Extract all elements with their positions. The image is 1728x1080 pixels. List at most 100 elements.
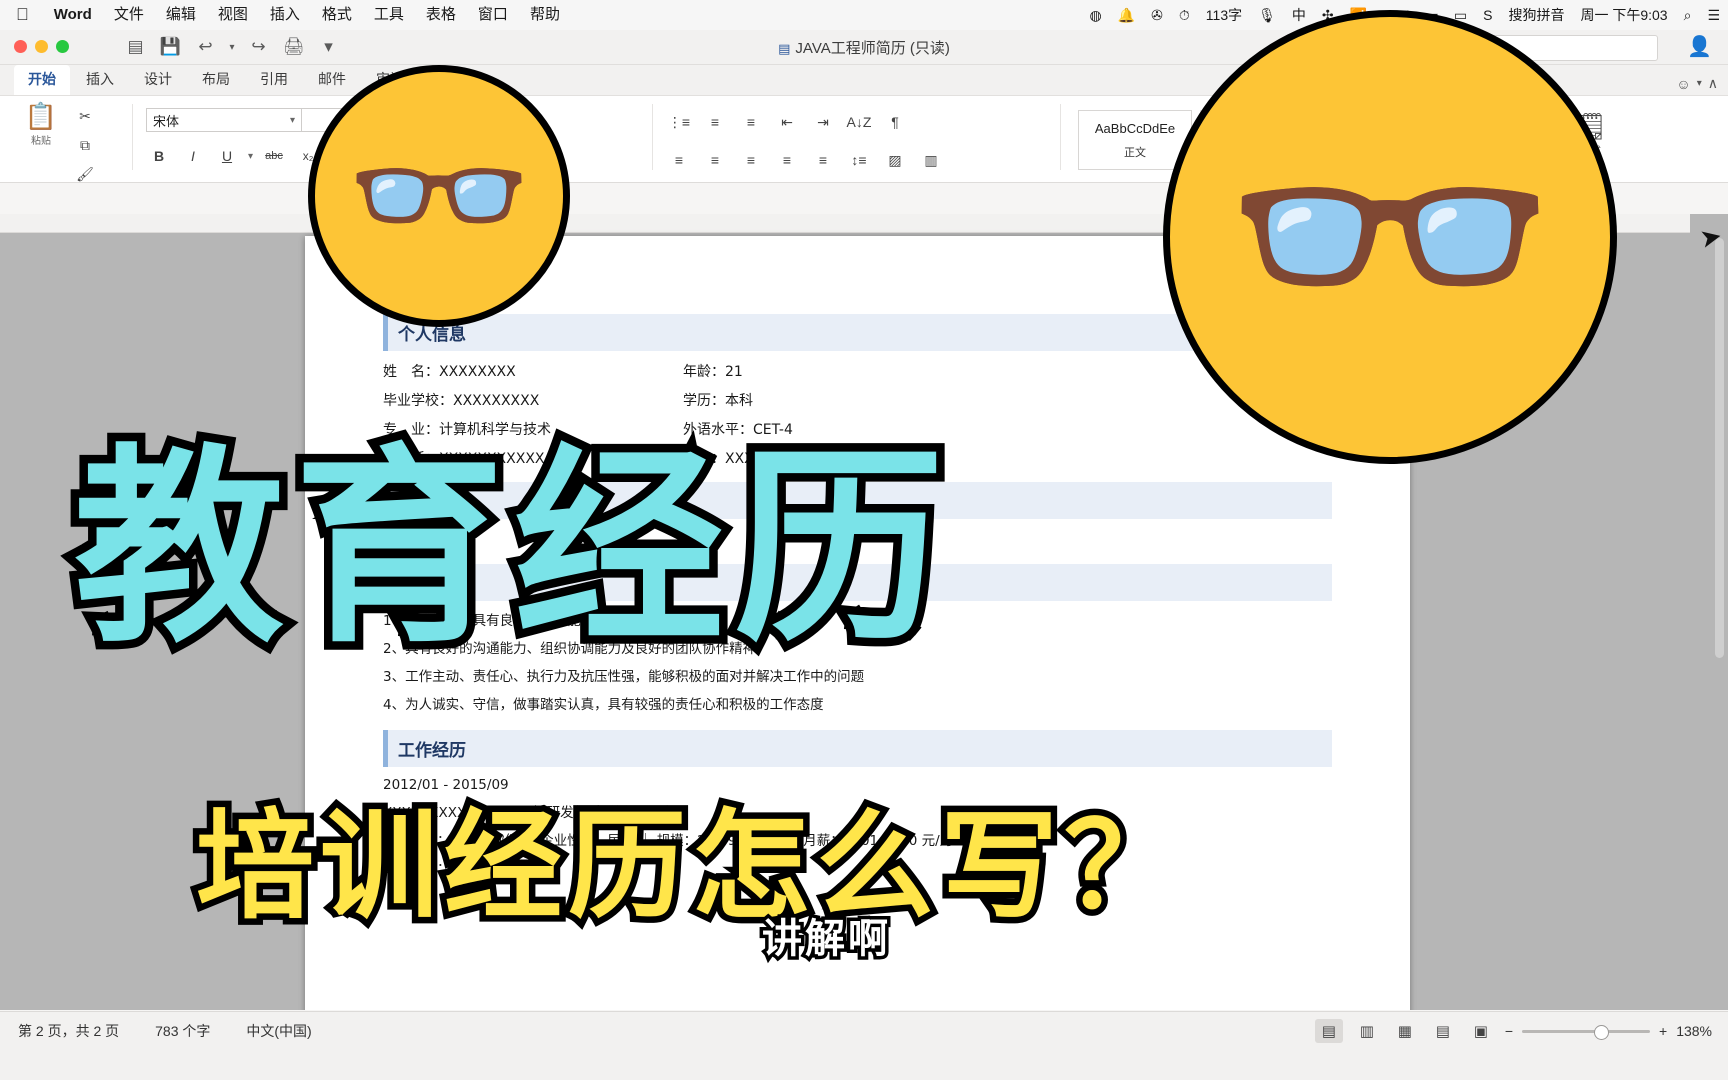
horizontal-ruler[interactable]: [0, 214, 1690, 233]
dropbox-icon[interactable]: ◍: [1081, 0, 1109, 30]
tab-references[interactable]: 引用: [246, 65, 302, 95]
group-divider-2: [652, 104, 653, 170]
sogou-label[interactable]: 搜狗拼音: [1500, 0, 1572, 30]
tab-view[interactable]: 视图: [420, 65, 476, 95]
zoom-in-button[interactable]: +: [1659, 1023, 1667, 1039]
menu-table[interactable]: 表格: [415, 0, 467, 30]
web-layout-view-button[interactable]: ▥: [1353, 1019, 1381, 1043]
paste-button[interactable]: 📋 粘贴: [14, 100, 68, 147]
font-size-input[interactable]: [301, 108, 362, 132]
zoom-slider[interactable]: [1522, 1024, 1650, 1040]
clear-formatting-button[interactable]: A̶: [431, 108, 457, 132]
menu-window[interactable]: 窗口: [467, 0, 519, 30]
styles-pane-button[interactable]: 🗒 样式 窗格: [1560, 110, 1622, 172]
menu-tools[interactable]: 工具: [363, 0, 415, 30]
numbering-button[interactable]: ≡: [702, 110, 728, 134]
clipboard-icon: 📋: [24, 101, 58, 131]
multilevel-list-button[interactable]: ≡: [738, 110, 764, 134]
bluetooth-icon[interactable]: ✣: [1314, 0, 1342, 30]
menu-view[interactable]: 视图: [207, 0, 259, 30]
distribute-button[interactable]: ≡: [810, 148, 836, 172]
tab-home[interactable]: 开始: [14, 65, 70, 95]
cut-button[interactable]: ✂: [72, 104, 98, 128]
sogou-icon[interactable]: S: [1475, 0, 1500, 30]
print-layout-view-button[interactable]: ▤: [1314, 1019, 1343, 1043]
search-input[interactable]: 文档中搜索: [1418, 35, 1658, 61]
format-painter-button[interactable]: 🖌: [72, 162, 98, 186]
microphone-icon[interactable]: 🎙: [1250, 0, 1284, 30]
line-spacing-button[interactable]: ↕≡: [846, 148, 872, 172]
page-indicator[interactable]: 第 2 页，共 2 页: [0, 1021, 137, 1041]
italic-button[interactable]: I: [180, 144, 206, 168]
zoom-out-button[interactable]: −: [1505, 1023, 1513, 1039]
collapse-ribbon-icon[interactable]: ∧: [1708, 75, 1718, 92]
justify-button[interactable]: ≡: [774, 148, 800, 172]
shrink-font-button[interactable]: A⌄: [399, 108, 425, 132]
vertical-scrollbar[interactable]: [1715, 238, 1724, 658]
menu-help[interactable]: 帮助: [519, 0, 571, 30]
align-center-button[interactable]: ≡: [702, 148, 728, 172]
add-person-icon[interactable]: 👤: [1687, 34, 1712, 59]
input-source-icon[interactable]: 中: [1284, 0, 1314, 30]
control-center-icon[interactable]: ☰: [1699, 0, 1728, 30]
smiley-icon[interactable]: ☺: [1676, 76, 1690, 92]
outline-view-button[interactable]: ▦: [1391, 1019, 1419, 1043]
sort-button[interactable]: A↓Z: [846, 110, 872, 134]
text-effects-button[interactable]: A: [363, 144, 389, 168]
tab-review[interactable]: 审阅: [362, 65, 418, 95]
word-count-indicator[interactable]: 783 个字: [137, 1021, 228, 1041]
app-name-menu[interactable]: Word: [43, 0, 103, 30]
strikethrough-button[interactable]: abc: [261, 144, 287, 168]
language-indicator[interactable]: 中文(中国): [228, 1021, 329, 1041]
font-name-dropdown-icon[interactable]: ▾: [290, 115, 295, 126]
draft-view-button[interactable]: ▤: [1429, 1019, 1457, 1043]
tab-layout[interactable]: 布局: [188, 65, 244, 95]
menu-insert[interactable]: 插入: [259, 0, 311, 30]
phonetic-guide-button[interactable]: 字: [397, 144, 423, 168]
info-row: 毕业学校：XXXXXXXXX 学历：本科: [383, 390, 1332, 410]
apple-icon[interactable]: : [0, 0, 43, 30]
show-formatting-marks-button[interactable]: ¶: [882, 110, 908, 134]
bullets-button[interactable]: ⋮≡: [666, 110, 692, 134]
menu-format[interactable]: 格式: [311, 0, 363, 30]
tab-insert[interactable]: 插入: [72, 65, 128, 95]
menu-file[interactable]: 文件: [103, 0, 155, 30]
zoom-level-label[interactable]: 138%: [1676, 1023, 1712, 1039]
copy-button[interactable]: ⧉: [72, 133, 98, 157]
bell-icon[interactable]: 🔔: [1110, 0, 1143, 30]
battery-icon[interactable]: ▰: [1419, 0, 1446, 30]
increase-indent-button[interactable]: ⇥: [810, 110, 836, 134]
style-name-label: 正文: [1124, 146, 1146, 159]
wifi-icon[interactable]: 📶: [1342, 0, 1375, 30]
document-area[interactable]: 个人信息 姓 名：XXXXXXXX 年龄：21 毕业学校：XXXXXXXXX 学…: [0, 214, 1728, 1010]
underline-button[interactable]: U: [214, 144, 240, 168]
borders-button[interactable]: ▥: [918, 148, 944, 172]
underline-dropdown-icon[interactable]: ▾: [248, 151, 253, 162]
align-right-button[interactable]: ≡: [738, 148, 764, 172]
section-heading-personal-info: 个人信息: [383, 314, 1332, 351]
tab-design[interactable]: 设计: [130, 65, 186, 95]
focus-view-button[interactable]: ▣: [1467, 1019, 1495, 1043]
tab-mailings[interactable]: 邮件: [304, 65, 360, 95]
font-name-input[interactable]: 宋体: [146, 108, 302, 132]
subscript-button[interactable]: x₂: [295, 144, 321, 168]
timer-icon[interactable]: ⏱: [1171, 0, 1198, 30]
bold-button[interactable]: B: [146, 144, 172, 168]
superscript-button[interactable]: x²: [329, 144, 355, 168]
grow-font-button[interactable]: A⌃: [367, 108, 393, 132]
align-left-button[interactable]: ≡: [666, 148, 692, 172]
decrease-indent-button[interactable]: ⇤: [774, 110, 800, 134]
zoom-slider-knob[interactable]: [1594, 1024, 1609, 1040]
ribbon-tab-right-controls: ☺ ▾ ∧: [1676, 75, 1718, 92]
menu-bar-clock[interactable]: 周一 下午9:03: [1572, 0, 1675, 30]
shading-button[interactable]: ▨: [882, 148, 908, 172]
document-page[interactable]: 个人信息 姓 名：XXXXXXXX 年龄：21 毕业学校：XXXXXXXXX 学…: [305, 236, 1410, 1010]
styles-pane-label: 样式 窗格: [1581, 146, 1601, 172]
styles-gallery[interactable]: [1200, 110, 1502, 170]
adobe-cc-icon[interactable]: ✇: [1143, 0, 1171, 30]
chevron-down-icon[interactable]: ▾: [1697, 78, 1702, 89]
style-normal-button[interactable]: AaBbCcDdEe 正文: [1078, 110, 1192, 170]
airplay-icon[interactable]: ▭: [1446, 0, 1475, 30]
spotlight-icon[interactable]: ⌕: [1676, 0, 1700, 30]
menu-edit[interactable]: 编辑: [155, 0, 207, 30]
